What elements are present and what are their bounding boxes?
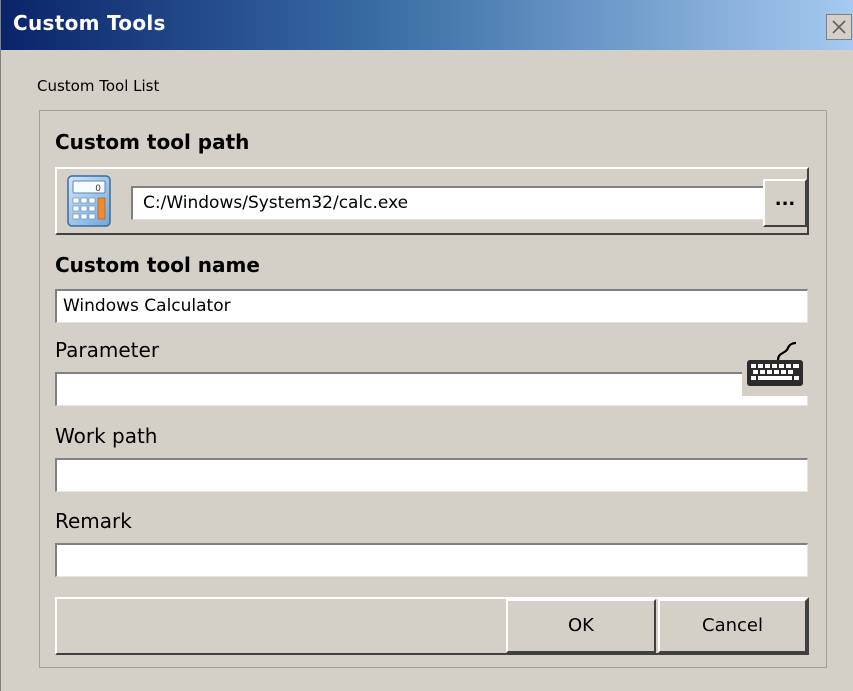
custom-tools-dialog: Custom Tools Custom Tool List Custom too… [0, 0, 853, 691]
tool-path-row: 0 C:/Windows/System32/calc.exe ... [55, 167, 809, 235]
work-path-label: Work path [55, 424, 158, 448]
browse-button[interactable]: ... [763, 179, 807, 227]
tool-name-input[interactable]: Windows Calculator [55, 289, 808, 323]
custom-tool-path-heading: Custom tool path [55, 130, 250, 154]
custom-tool-name-heading: Custom tool name [55, 253, 260, 277]
keyboard-icon[interactable] [742, 334, 808, 396]
button-bar: OK Cancel [55, 597, 809, 655]
close-button[interactable] [826, 14, 852, 40]
work-path-input[interactable] [55, 458, 808, 492]
window-title: Custom Tools [13, 11, 166, 35]
tool-path-input[interactable]: C:/Windows/System32/calc.exe [131, 186, 801, 220]
cancel-button[interactable]: Cancel [658, 599, 807, 653]
parameter-input[interactable] [55, 372, 808, 406]
title-bar[interactable]: Custom Tools [1, 0, 853, 50]
ok-button[interactable]: OK [506, 599, 656, 653]
calculator-icon[interactable]: 0 [67, 175, 111, 227]
parameter-label: Parameter [55, 338, 160, 362]
remark-label: Remark [55, 509, 132, 533]
custom-tool-list-label: Custom Tool List [37, 77, 160, 95]
close-icon [832, 20, 846, 34]
svg-text:0: 0 [95, 184, 101, 194]
remark-input[interactable] [55, 543, 808, 577]
